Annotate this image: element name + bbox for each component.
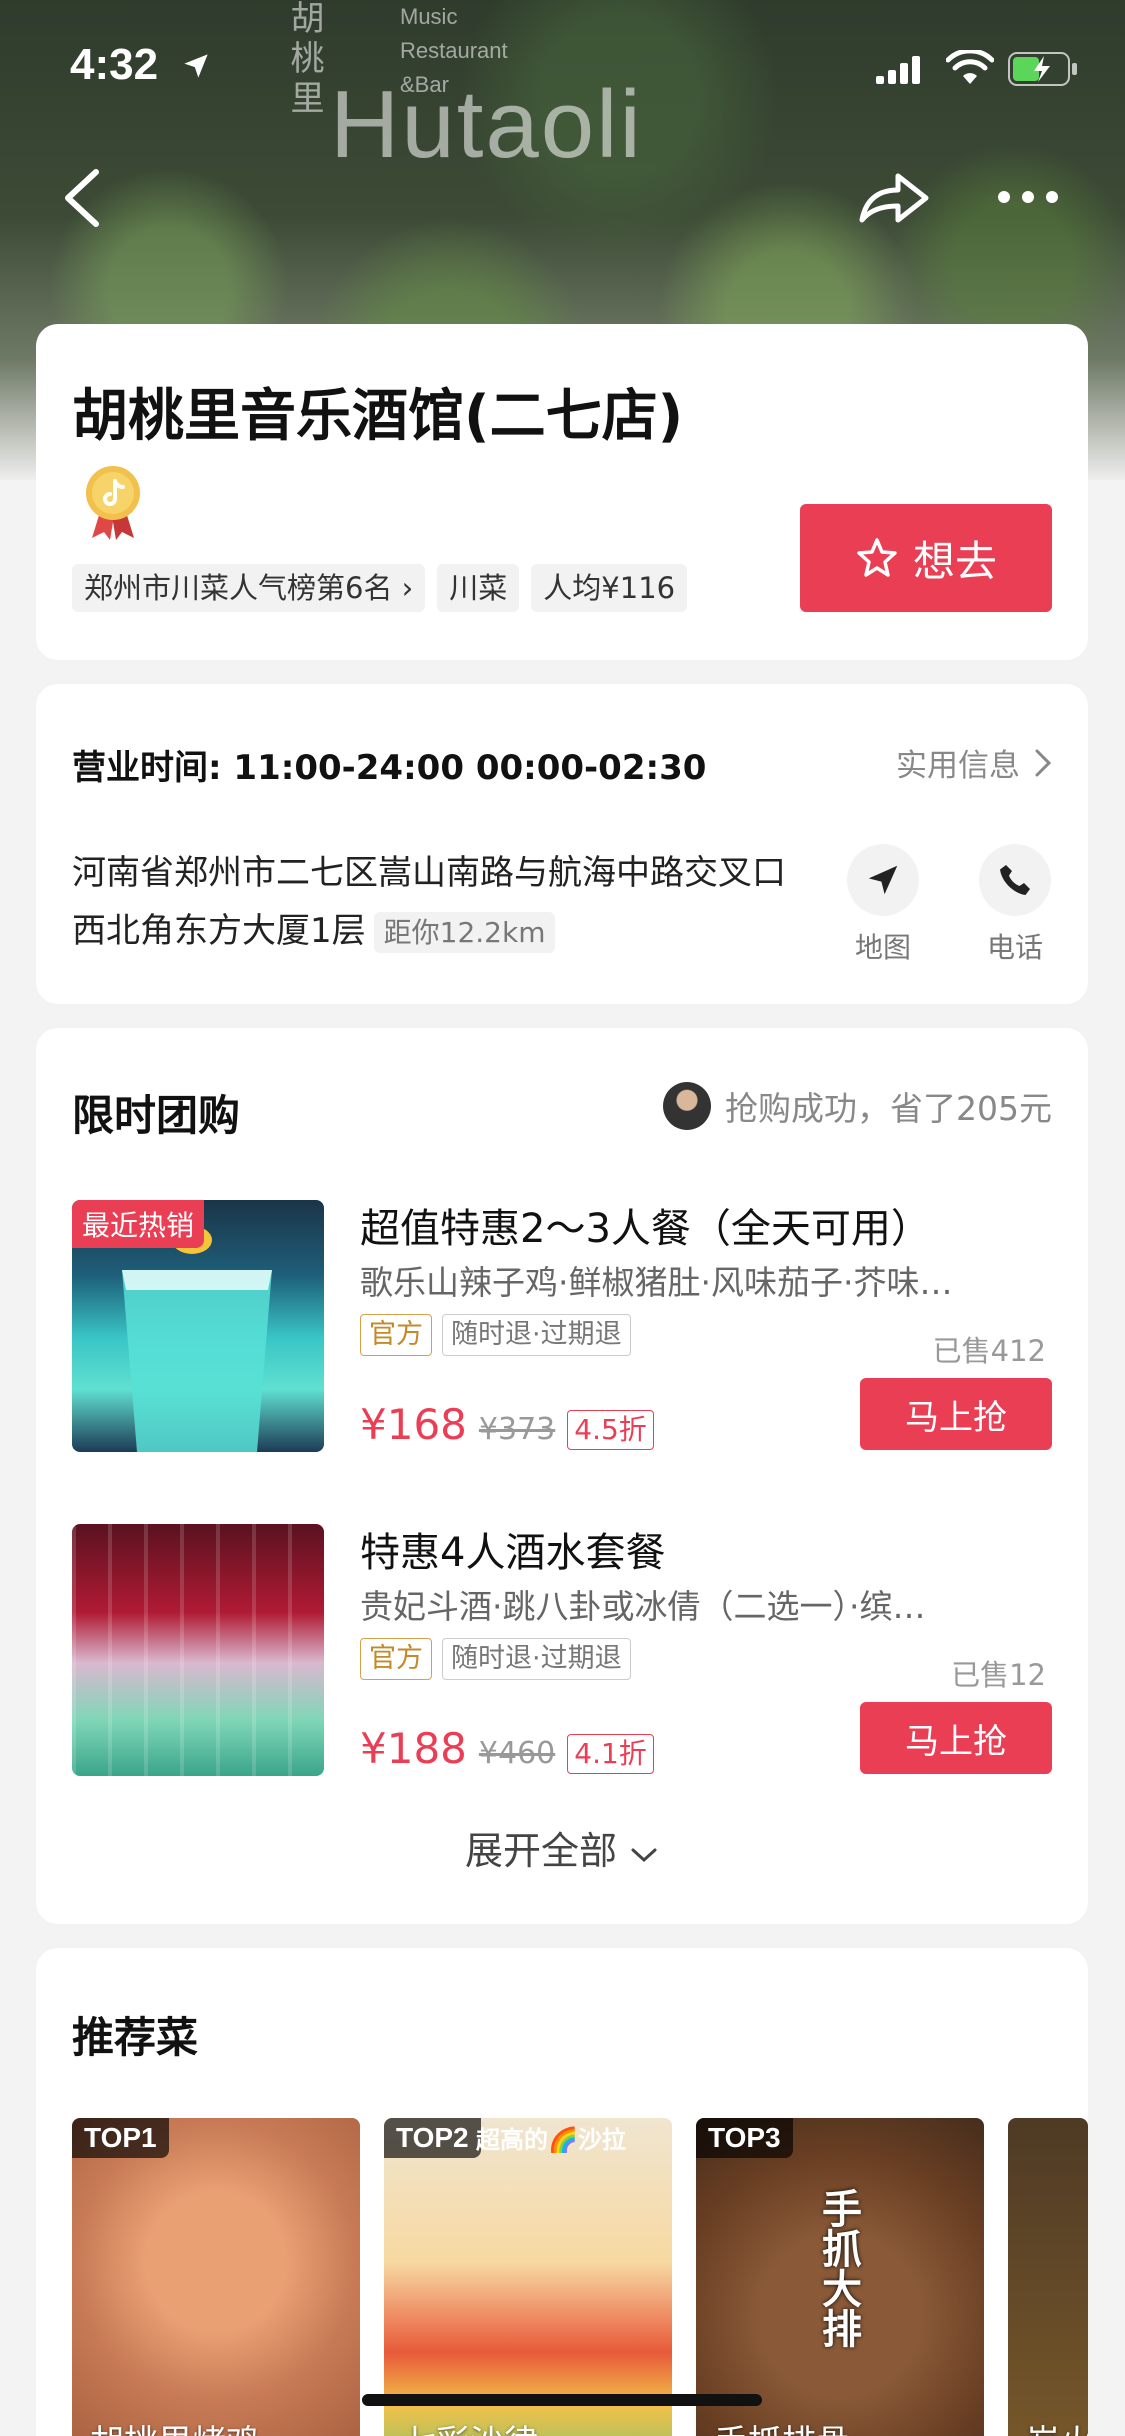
price-row: ¥168 ¥373 4.5折 (360, 1400, 654, 1450)
rank-badge: TOP1 (72, 2118, 169, 2158)
more-icon[interactable] (996, 180, 1060, 214)
deal-item[interactable]: 最近热销 超值特惠2～3人餐（全天可用） 歌乐山辣子鸡·鲜椒猪肚·风味茄子·芥味… (72, 1200, 1052, 1452)
navigation-icon (868, 865, 898, 895)
business-hours: 营业时间: 11:00-24:00 00:00-02:30 (72, 748, 707, 788)
want-to-go-label: 想去 (912, 537, 997, 585)
address: 河南省郑州市二七区嵩山南路与航海中路交叉口西北角东方大厦1层 距你12.2km (72, 853, 786, 953)
chevron-down-icon (631, 1848, 657, 1863)
dish-card[interactable]: TOP3 手抓大排 手抓排骨 (696, 2118, 984, 2436)
expand-all-button[interactable]: 展开全部 (36, 1820, 1088, 1875)
official-tag: 官方 (360, 1638, 432, 1680)
deal-description: 歌乐山辣子鸡·鲜椒猪肚·风味茄子·芥味… (360, 1263, 953, 1302)
sold-count: 已售12 (951, 1658, 1046, 1692)
deal-description: 贵妃斗酒·跳八卦或冰倩（二选一）·缤… (360, 1587, 926, 1626)
dish-card[interactable]: 炭火 (1008, 2118, 1088, 2436)
refund-tag: 随时退·过期退 (442, 1314, 631, 1356)
shop-tags: 郑州市川菜人气榜第6名 › 川菜 人均¥116 (72, 564, 688, 612)
deal-image: 最近热销 (72, 1200, 324, 1452)
dish-overlay-text: 超高的🌈沙拉 (476, 2126, 626, 2154)
group-deals-card: 限时团购 抢购成功，省了205元 最近热销 超值特惠2～3人餐（全天可用） 歌乐… (36, 1028, 1088, 1924)
status-time: 4:32 (70, 40, 159, 89)
recommended-dishes-card: 推荐菜 TOP1 胡桃里烤鸡 TOP2 超高的🌈沙拉 七彩沙律 TOP3 手抓大… (36, 1948, 1088, 2436)
deal-price: ¥168 (360, 1400, 467, 1449)
cellular-signal-icon (876, 56, 920, 84)
rank-badge: TOP2 (384, 2118, 481, 2158)
status-bar: 4:32 (0, 0, 1125, 132)
avg-price-tag: 人均¥116 (531, 564, 688, 612)
deals-title: 限时团购 (72, 1091, 241, 1140)
original-price: ¥373 (478, 1412, 556, 1447)
map-label: 地图 (854, 931, 911, 964)
location-arrow-icon (184, 54, 208, 78)
douyin-medal-icon (86, 465, 140, 540)
discount-badge: 4.1折 (567, 1734, 654, 1774)
discount-badge: 4.5折 (567, 1410, 654, 1450)
distance-badge: 距你12.2km (373, 912, 556, 953)
star-icon (857, 538, 897, 577)
deal-price: ¥188 (360, 1724, 467, 1773)
dish-name: 七彩沙律 (402, 2415, 538, 2436)
buy-now-button[interactable]: 马上抢 (860, 1378, 1052, 1450)
dish-name: 胡桃里烤鸡 (90, 2415, 260, 2436)
wifi-icon (946, 50, 994, 84)
dish-name: 手抓排骨 (714, 2415, 850, 2436)
dish-card[interactable]: TOP1 胡桃里烤鸡 (72, 2118, 360, 2436)
phone-icon (1000, 865, 1030, 895)
map-button[interactable]: 地图 (838, 844, 928, 966)
dish-name: 炭火 (1026, 2415, 1088, 2436)
shop-header-card: 胡桃里音乐酒馆(二七店) 郑州市川菜人气榜第6名 › 川菜 人均¥116 想去 (36, 324, 1088, 660)
ranking-tag[interactable]: 郑州市川菜人气榜第6名 › (72, 564, 426, 612)
deal-name: 超值特惠2～3人餐（全天可用） (360, 1206, 931, 1252)
deal-tags: 官方 随时退·过期退 (360, 1638, 631, 1680)
deal-item[interactable]: 特惠4人酒水套餐 贵妃斗酒·跳八卦或冰倩（二选一）·缤… 官方 随时退·过期退 … (72, 1524, 1052, 1776)
dishes-title: 推荐菜 (72, 2013, 199, 2062)
dish-card[interactable]: TOP2 超高的🌈沙拉 七彩沙律 (384, 2118, 672, 2436)
avatar (663, 1082, 711, 1130)
rank-badge: TOP3 (696, 2118, 793, 2158)
chevron-right-icon (1035, 749, 1052, 776)
shop-info-card: 营业时间: 11:00-24:00 00:00-02:30 实用信息 河南省郑州… (36, 684, 1088, 1004)
phone-label: 电话 (986, 931, 1043, 964)
phone-button[interactable]: 电话 (970, 844, 1060, 966)
shop-name: 胡桃里音乐酒馆(二七店) (72, 376, 692, 540)
hot-sale-badge: 最近热销 (72, 1200, 205, 1248)
want-to-go-button[interactable]: 想去 (800, 504, 1052, 612)
dish-overlay-text: 手抓大排 (815, 2188, 861, 2348)
official-tag: 官方 (360, 1314, 432, 1356)
price-row: ¥188 ¥460 4.1折 (360, 1724, 654, 1774)
deal-tags: 官方 随时退·过期退 (360, 1314, 631, 1356)
home-indicator[interactable] (362, 2394, 762, 2406)
refund-tag: 随时退·过期退 (442, 1638, 631, 1680)
back-icon[interactable] (58, 166, 108, 230)
original-price: ¥460 (478, 1736, 556, 1771)
deal-success-hint: 抢购成功，省了205元 (663, 1082, 1052, 1130)
battery-charging-icon (1008, 52, 1077, 86)
practical-info-link[interactable]: 实用信息 (896, 740, 1052, 785)
sold-count: 已售412 (932, 1334, 1046, 1368)
deal-image (72, 1524, 324, 1776)
share-icon[interactable] (856, 164, 932, 228)
buy-now-button[interactable]: 马上抢 (860, 1702, 1052, 1774)
deal-name: 特惠4人酒水套餐 (360, 1530, 666, 1576)
cuisine-tag: 川菜 (437, 564, 520, 612)
